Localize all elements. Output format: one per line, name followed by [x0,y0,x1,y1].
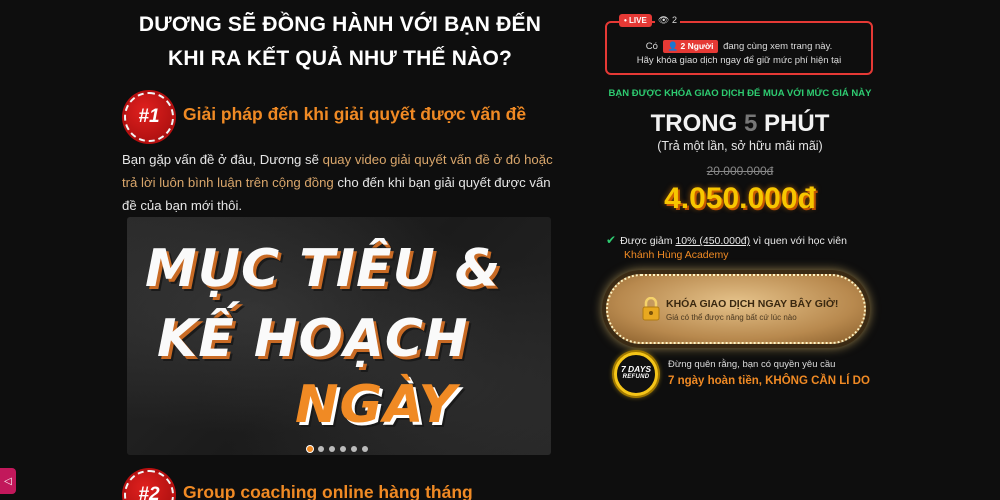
lock-deal-sublabel: Giá có thể được nâng bất cứ lúc nào [666,313,797,322]
slide-text-line-2: KẾ HOẠCH [157,309,469,369]
lock-icon [642,297,660,321]
timer-prefix: TRONG [650,110,738,137]
section-heading: DƯƠNG SẼ ĐỒNG HÀNH VỚI BẠN ĐẾN KHI RA KẾ… [120,8,560,76]
slider-dot[interactable] [329,446,335,452]
discount-text: Được giảm [620,235,673,247]
academy-name: Khánh Hùng Academy [624,249,729,261]
live-viewers-line: Có 👤 2 Người đang cùng xem trang này. [607,40,871,53]
live-lock-hint: Hãy khóa giao dịch ngay để giữ mức phí h… [636,55,842,66]
discount-reason: vì quen với học viên [753,235,847,247]
slider-dot[interactable] [351,446,357,452]
description-text: Bạn gặp vấn đề ở đâu, Dương sẽ [122,152,323,167]
viewer-count: 👁 2 [655,15,680,26]
eye-icon: 👁 [658,15,670,25]
video-slider[interactable]: MỤC TIÊU & KẾ HOẠCH NGÀY [127,217,551,455]
heading-line-1: DƯƠNG SẼ ĐỒNG HÀNH VỚI BẠN ĐẾN [138,13,542,36]
live-viewers-box: • LIVE 👁 2 Có 👤 2 Người đang cùng xem tr… [605,14,873,75]
discount-line: ✔ Được giảm 10% (450.000đ) vì quen với họ… [606,233,847,247]
refund-badge-icon: 7 DAYS REFUND [614,352,658,396]
refund-reminder: Đừng quên rằng, bạn có quyền yêu cầu [668,359,836,370]
discount-value: 10% (450.000đ) [675,235,751,247]
step-2-badge: #2 [124,470,174,500]
check-icon: ✔ [606,233,617,247]
step-1-badge: #1 [124,92,174,142]
live-badge: • LIVE [619,14,652,27]
lock-deal-button[interactable]: KHÓA GIAO DỊCH NGAY BÂY GIỜ! Giá có thể … [606,274,866,344]
timer-suffix: PHÚT [764,110,830,137]
people-count: 2 Người [680,41,714,51]
slider-dot[interactable] [318,446,324,452]
countdown-timer: TRONG 5 PHÚT [600,110,880,138]
people-tag: 👤 2 Người [662,40,719,53]
step-1-title: Giải pháp đến khi giải quyết được vấn đề [183,104,527,124]
refund-days: 7 DAYS [620,364,652,374]
live-line-prefix: Có [645,41,658,52]
offer-headline: BẠN ĐƯỢC KHÓA GIAO DỊCH ĐỂ MUA VỚI MỨC G… [608,88,872,99]
slider-dot[interactable] [362,446,368,452]
slide-text-line-3: NGÀY [295,375,458,435]
refund-guarantee: 7 ngày hoàn tiền, KHÔNG CẦN LÍ DO [668,375,870,387]
old-price: 20.000.000đ [706,164,774,178]
slider-dot[interactable] [340,446,346,452]
refund-word: REFUND [622,374,650,380]
live-line-suffix: đang cùng xem trang này. [723,41,833,52]
person-icon: 👤 [667,41,679,51]
lock-deal-label: KHÓA GIAO DỊCH NGAY BÂY GIỜ! [666,298,839,310]
step-2-title: Group coaching online hàng tháng [183,482,473,500]
payment-note: (Trả một lần, sở hữu mãi mãi) [657,139,823,153]
step-1-description: Bạn gặp vấn đề ở đâu, Dương sẽ quay vide… [122,148,562,217]
slide-text-line-1: MỤC TIÊU & [145,239,502,299]
heading-line-2: KHI RA KẾT QUẢ NHƯ THẾ NÀO? [167,47,513,70]
current-price: 4.050.000đ [664,182,816,215]
sound-toggle-icon[interactable]: ◁ [0,468,16,494]
viewer-count-value: 2 [671,15,677,25]
slider-dot[interactable] [307,446,313,452]
slider-dots [307,446,368,452]
timer-value: 5 [743,110,758,137]
